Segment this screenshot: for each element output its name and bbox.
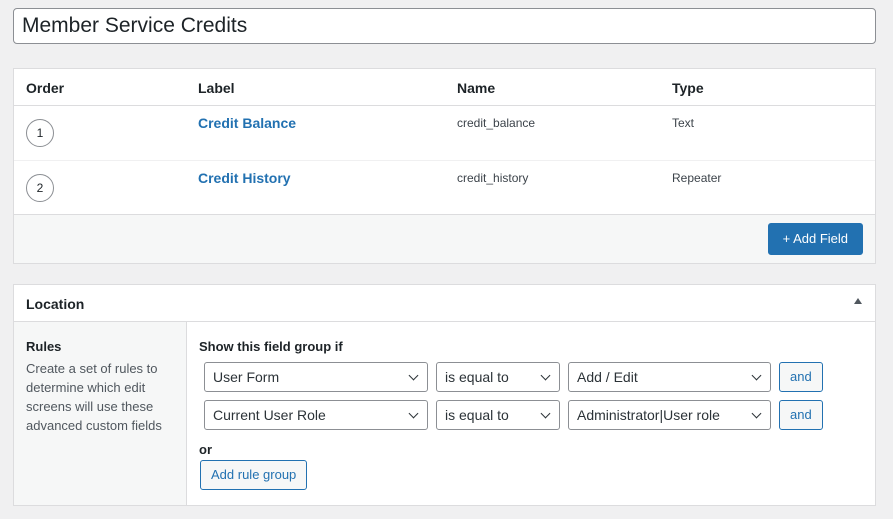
rule-operator-select[interactable]: is equal to [436, 362, 560, 392]
field-order-badge[interactable]: 1 [26, 119, 54, 147]
or-label: or [199, 442, 212, 457]
rule-value-text: Administrator|User role [577, 407, 720, 423]
rule-param-value: Current User Role [213, 407, 326, 423]
chevron-down-icon [408, 370, 419, 381]
column-header-order: Order [26, 80, 65, 96]
and-rule-button[interactable]: and [779, 400, 823, 430]
show-if-label: Show this field group if [199, 339, 343, 354]
rule-value-select[interactable]: Administrator|User role [568, 400, 771, 430]
rule-param-select[interactable]: User Form [204, 362, 428, 392]
rule-operator-value: is equal to [445, 407, 509, 423]
location-title: Location [26, 296, 85, 312]
column-header-type: Type [672, 80, 704, 96]
column-header-name: Name [457, 80, 496, 96]
add-rule-group-button[interactable]: Add rule group [200, 460, 308, 490]
chevron-down-icon [540, 370, 551, 381]
column-header-label: Label [198, 80, 235, 96]
rules-title: Rules [26, 339, 62, 354]
field-order-badge[interactable]: 2 [26, 174, 54, 202]
location-panel: Location Rules Create a set of rules to … [13, 284, 876, 506]
fields-table-header: Order Label Name Type [14, 69, 875, 106]
field-type: Text [672, 116, 695, 130]
field-label-link[interactable]: Credit History [198, 170, 291, 186]
fields-footer: + Add Field [14, 214, 875, 263]
and-rule-button[interactable]: and [779, 362, 823, 392]
field-group-title-input[interactable] [13, 8, 876, 44]
rule-param-value: User Form [213, 369, 280, 385]
field-type: Repeater [672, 171, 722, 185]
field-name: credit_balance [457, 116, 536, 130]
field-row[interactable]: 2 Credit History credit_history Repeater [14, 161, 875, 216]
rule-value-text: Add / Edit [577, 369, 638, 385]
field-row[interactable]: 1 Credit Balance credit_balance Text [14, 106, 875, 161]
rule-param-select[interactable]: Current User Role [204, 400, 428, 430]
rules-description: Create a set of rules to determine which… [26, 361, 162, 433]
chevron-down-icon [751, 370, 762, 381]
fields-panel: Order Label Name Type 1 Credit Balance c… [13, 68, 876, 264]
field-label-link[interactable]: Credit Balance [198, 115, 296, 131]
collapse-arrow-icon[interactable] [854, 298, 862, 304]
chevron-down-icon [540, 408, 551, 419]
location-panel-header[interactable]: Location [14, 285, 875, 322]
rule-value-select[interactable]: Add / Edit [568, 362, 771, 392]
chevron-down-icon [408, 408, 419, 419]
rule-operator-value: is equal to [445, 369, 509, 385]
chevron-down-icon [751, 408, 762, 419]
rules-sidebar: Rules Create a set of rules to determine… [14, 322, 187, 505]
add-field-button[interactable]: + Add Field [767, 223, 863, 255]
field-name: credit_history [457, 171, 529, 185]
rule-operator-select[interactable]: is equal to [436, 400, 560, 430]
